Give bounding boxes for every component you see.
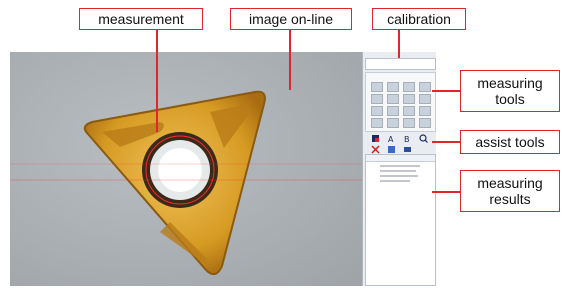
list-item[interactable] — [380, 170, 416, 172]
insert-image — [10, 90, 362, 276]
bold-icon[interactable]: B — [403, 134, 412, 143]
tool-button[interactable] — [371, 118, 383, 128]
tool-button[interactable] — [419, 118, 431, 128]
live-image-view[interactable] — [10, 52, 362, 286]
software-panel: A B — [362, 52, 436, 286]
results-header — [366, 155, 435, 162]
magnifier-icon[interactable] — [419, 134, 428, 143]
leader-assist-tools — [432, 141, 460, 143]
tool-button[interactable] — [419, 94, 431, 104]
callout-assist-tools: assist tools — [460, 130, 560, 154]
list-item[interactable] — [380, 175, 418, 177]
image-icon[interactable] — [403, 145, 412, 154]
list-item[interactable] — [380, 165, 420, 167]
tool-button[interactable] — [387, 118, 399, 128]
svg-text:A: A — [388, 135, 394, 143]
list-item[interactable] — [380, 180, 410, 182]
tool-button[interactable] — [403, 118, 415, 128]
tool-button[interactable] — [419, 82, 431, 92]
leader-measurement — [156, 28, 158, 132]
tool-button[interactable] — [371, 82, 383, 92]
text-icon[interactable]: A — [387, 134, 396, 143]
tool-button[interactable] — [403, 106, 415, 116]
callout-measurement: measurement — [79, 8, 203, 30]
tool-button[interactable] — [371, 94, 383, 104]
leader-calibration — [398, 28, 400, 58]
calibration-dropdown[interactable] — [365, 58, 436, 70]
leader-measuring-tools — [432, 90, 460, 92]
tool-button[interactable] — [387, 106, 399, 116]
delete-x-icon[interactable] — [371, 145, 380, 154]
callout-calibration: calibration — [372, 8, 466, 30]
svg-text:B: B — [404, 135, 410, 143]
tool-button[interactable] — [419, 106, 431, 116]
tool-button[interactable] — [403, 82, 415, 92]
edit-icon[interactable] — [387, 145, 396, 154]
tool-button[interactable] — [403, 94, 415, 104]
tool-button[interactable] — [387, 94, 399, 104]
callout-measuring-tools: measuring tools — [460, 70, 560, 112]
tool-button[interactable] — [371, 106, 383, 116]
callout-image-online: image on-line — [230, 8, 352, 30]
leader-image-online — [289, 28, 291, 90]
callout-measuring-results: measuring results — [460, 170, 560, 212]
tool-button[interactable] — [387, 82, 399, 92]
color-picker-icon[interactable] — [371, 134, 380, 143]
leader-measuring-results — [432, 191, 460, 193]
measuring-results-list[interactable] — [365, 154, 436, 286]
